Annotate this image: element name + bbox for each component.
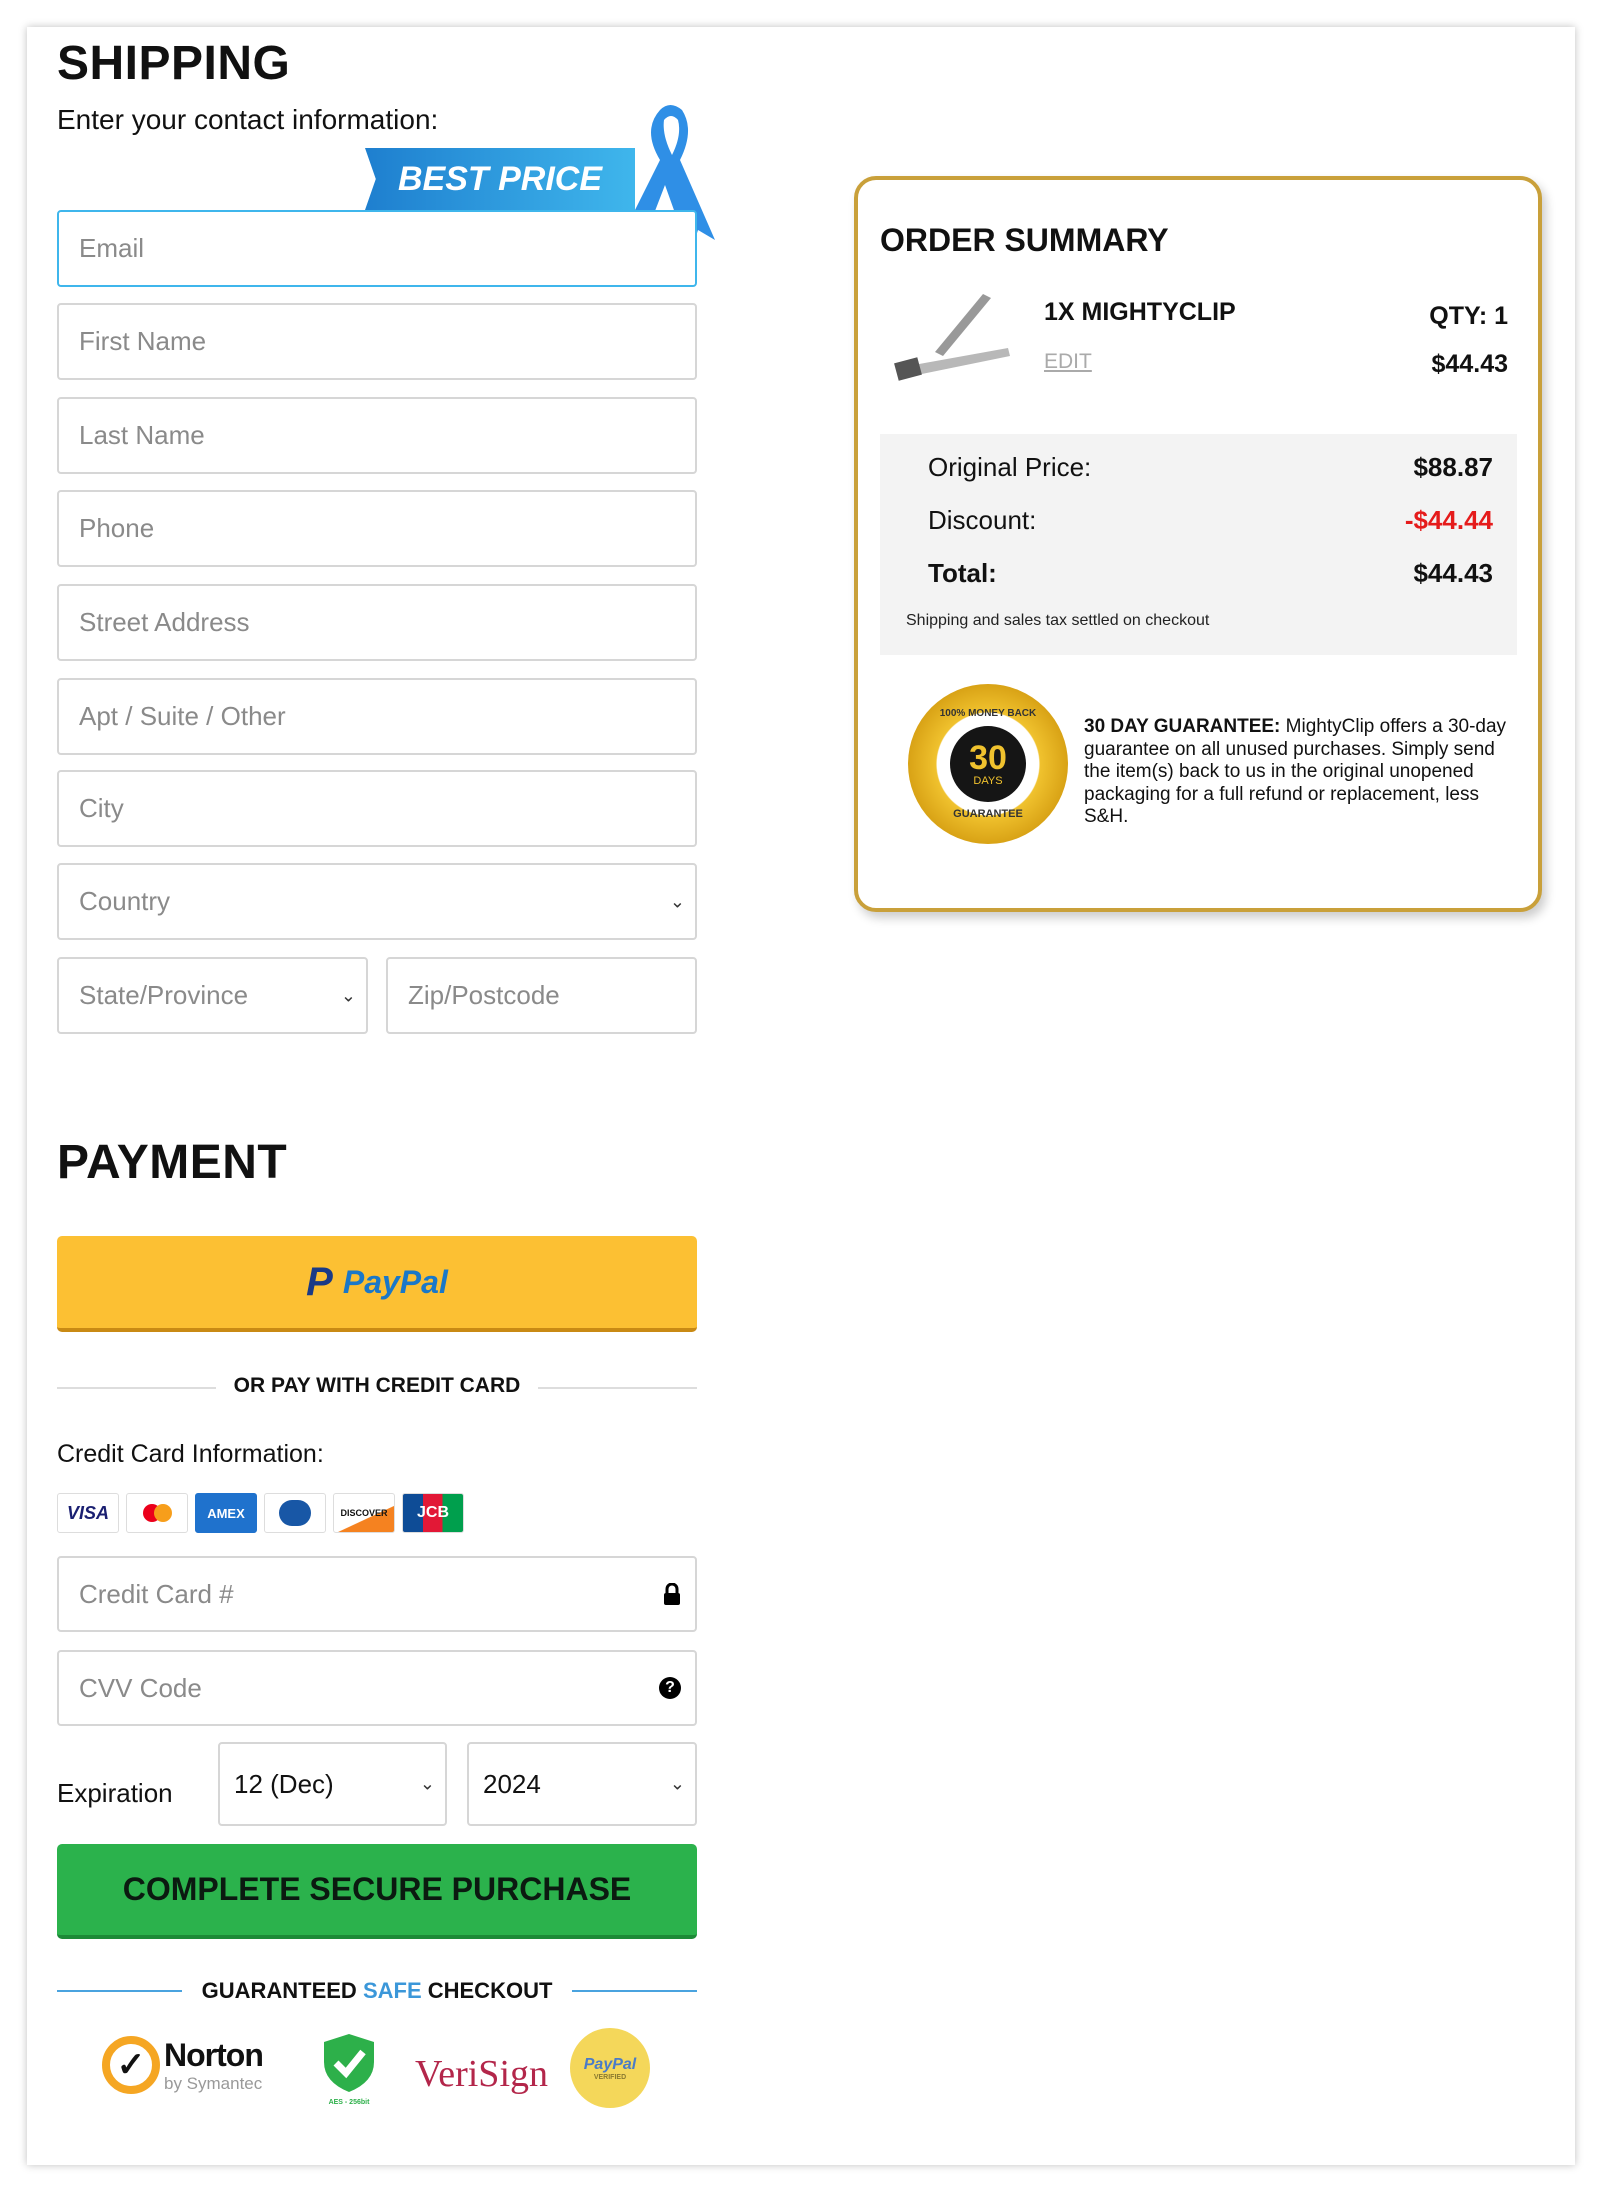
chevron-down-icon: ⌄ [340,985,356,1005]
paypal-label: PayPal [342,1263,448,1300]
total-row: Total: $44.43 [928,558,1493,588]
verisign-badge: VeriSign [415,2053,548,2095]
shipping-title: SHIPPING [57,37,291,90]
cvv-placeholder: CVV Code [79,1672,202,1703]
discover-icon: DISCOVER [333,1493,395,1533]
aes-shield-badge: AES - 256bit [322,2032,376,2106]
payment-title: PAYMENT [57,1136,288,1189]
phone-placeholder: Phone [79,513,155,543]
amex-icon: AMEX [195,1493,257,1533]
apt-placeholder: Apt / Suite / Other [79,701,286,731]
shield-check-icon [324,2034,374,2092]
shipping-note: Shipping and sales tax settled on checko… [906,612,1210,629]
money-back-seal: 30 DAYS 100% MONEY BACK GUARANTEE [908,684,1068,844]
complete-purchase-button[interactable]: COMPLETE SECURE PURCHASE [57,1844,697,1939]
state-selected: State/Province [79,980,249,1010]
zip-placeholder: Zip/Postcode [408,980,560,1010]
chevron-down-icon: ⌄ [419,1773,435,1794]
exp-month-value: 12 (Dec) [234,1768,334,1799]
credit-card-input[interactable]: Credit Card # [57,1556,697,1632]
last-name-placeholder: Last Name [79,420,205,450]
order-summary-card: ORDER SUMMARY 1X MIGHTYCLIP QTY: 1 EDIT … [854,176,1542,912]
or-pay-text: OR PAY WITH CREDIT CARD [57,1374,697,1398]
edit-link[interactable]: EDIT [1044,350,1092,374]
expiration-label: Expiration [57,1778,173,1808]
product-qty: QTY: 1 [1429,302,1508,330]
first-name-input[interactable]: First Name [57,303,697,380]
apt-input[interactable]: Apt / Suite / Other [57,678,697,755]
diners-icon [264,1493,326,1533]
phone-input[interactable]: Phone [57,490,697,567]
contact-subtitle: Enter your contact information: [57,104,439,135]
product-price: $44.43 [1431,350,1508,378]
product-image [894,294,1010,381]
email-input[interactable]: Email [57,210,697,287]
country-selected: Country [79,886,171,916]
best-price-badge: BEST PRICE [365,148,635,210]
original-price-row: Original Price: $88.87 [928,452,1493,482]
help-icon[interactable]: ? [659,1677,681,1699]
exp-year-value: 2024 [483,1768,541,1799]
jcb-icon: JCB [402,1493,464,1533]
norton-check-icon: ✓ [102,2036,160,2094]
discount-row: Discount: -$44.44 [928,505,1493,535]
norton-badge: ✓ Norton by Symantec [102,2036,264,2094]
cvv-input[interactable]: CVV Code ? [57,1650,697,1726]
chevron-down-icon: ⌄ [669,891,685,911]
mastercard-icon [126,1493,188,1533]
city-placeholder: City [79,793,124,823]
email-placeholder: Email [79,233,145,263]
visa-icon: VISA [57,1493,119,1533]
cc-placeholder: Credit Card # [79,1578,234,1609]
country-select[interactable]: Country ⌄ [57,863,697,940]
lock-icon [664,1583,680,1605]
chevron-down-icon: ⌄ [669,1773,685,1794]
state-select[interactable]: State/Province ⌄ [57,957,368,1034]
exp-year-select[interactable]: 2024 ⌄ [467,1742,697,1826]
product-name: 1X MIGHTYCLIP [1044,298,1236,326]
order-summary-title: ORDER SUMMARY [880,222,1169,258]
price-breakdown: Original Price: $88.87 Discount: -$44.44 T… [880,434,1517,655]
first-name-placeholder: First Name [79,326,207,356]
paypal-button[interactable]: P PayPal [57,1236,697,1332]
paypal-verified-badge: PayPal VERIFIED [570,2028,650,2108]
best-price-text: BEST PRICE [397,159,603,198]
street-address-input[interactable]: Street Address [57,584,697,661]
city-input[interactable]: City [57,770,697,847]
zip-input[interactable]: Zip/Postcode [386,957,697,1034]
divider [57,1990,182,1992]
cc-info-label: Credit Card Information: [57,1440,324,1468]
street-placeholder: Street Address [79,607,250,637]
complete-purchase-label: COMPLETE SECURE PURCHASE [122,1871,632,1907]
safe-checkout-heading: GUARANTEED SAFE CHECKOUT [201,1978,553,2003]
last-name-input[interactable]: Last Name [57,397,697,474]
divider [572,1990,697,1992]
exp-month-select[interactable]: 12 (Dec) ⌄ [218,1742,447,1826]
paypal-p-icon: P [306,1259,333,1304]
guarantee-text: 30 DAY GUARANTEE: MightyClip offers a 30… [1084,716,1507,827]
